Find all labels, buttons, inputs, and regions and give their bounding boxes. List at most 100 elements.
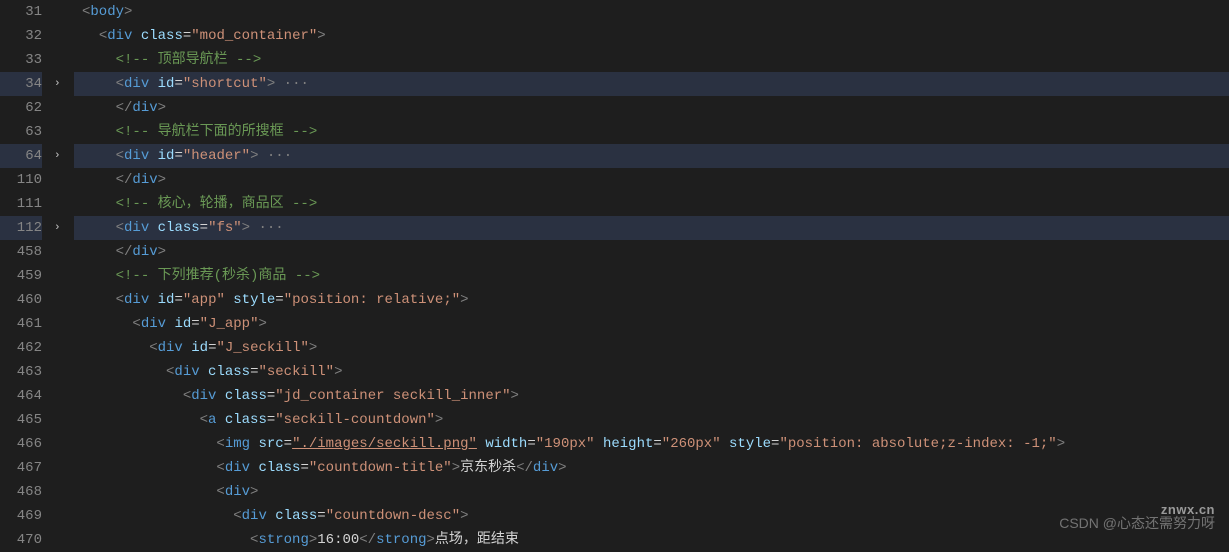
token-attr-value: "shortcut" [183,76,267,92]
token-attr-name: id [158,76,175,92]
token-comment: <!-- 顶部导航栏 --> [116,52,262,68]
code-line[interactable]: <body> [74,0,1229,24]
code-line[interactable]: <div class="seckill"> [74,360,1229,384]
line-number: 470 [0,528,42,552]
code-line[interactable]: </div> [74,168,1229,192]
token-tag-name: strong [376,532,426,548]
code-line[interactable]: <div id="J_app"> [74,312,1229,336]
token-text-content [267,508,275,524]
line-number: 467 [0,456,42,480]
token-attr-value: "position: relative;" [284,292,460,308]
token-tag-name: div [158,340,183,356]
code-line[interactable]: <div> [74,480,1229,504]
token-tag-bracket: > [460,508,468,524]
token-tag-bracket: > [158,172,166,188]
code-line[interactable]: <div id="J_seckill"> [74,336,1229,360]
token-tag-bracket: < [200,412,208,428]
token-fold-dots: ··· [250,220,284,236]
token-text-content [149,76,157,92]
token-tag-bracket: > [427,532,435,548]
token-tag-bracket: </ [516,460,533,476]
token-tag-name: div [124,292,149,308]
token-comment: <!-- 导航栏下面的所搜框 --> [116,124,318,140]
code-line[interactable]: </div> [74,240,1229,264]
code-line[interactable]: <!-- 顶部导航栏 --> [74,48,1229,72]
token-tag-bracket: < [216,460,224,476]
token-attr-value: "fs" [208,220,242,236]
token-text-content [595,436,603,452]
line-number: 110 [0,168,42,192]
token-text-content: = [275,292,283,308]
code-line[interactable]: </div> [74,96,1229,120]
line-number: 34 [0,72,42,96]
line-number: 62 [0,96,42,120]
token-tag-bracket: > [309,532,317,548]
token-tag-bracket: < [116,220,124,236]
line-number: 33 [0,48,42,72]
token-tag-bracket: </ [359,532,376,548]
code-area[interactable]: <body> <div class="mod_container"> <!-- … [74,0,1229,541]
code-line[interactable]: <div class="mod_container"> [74,24,1229,48]
fold-collapsed-icon[interactable]: › [54,150,61,162]
code-line[interactable]: <!-- 核心，轮播，商品区 --> [74,192,1229,216]
code-line[interactable]: <div class="countdown-desc"> [74,504,1229,528]
token-tag-bracket: < [116,148,124,164]
code-line[interactable]: <!-- 导航栏下面的所搜框 --> [74,120,1229,144]
line-number: 469 [0,504,42,528]
token-tag-bracket: < [149,340,157,356]
token-text-content: = [174,292,182,308]
line-number: 112 [0,216,42,240]
code-line[interactable]: <img src="./images/seckill.png" width="1… [74,432,1229,456]
code-line[interactable]: <div class="jd_container seckill_inner"> [74,384,1229,408]
code-line[interactable]: <div class="countdown-title">京东秒杀</div> [74,456,1229,480]
token-fold-dots: ··· [258,148,292,164]
token-tag-bracket: < [132,316,140,332]
line-number: 31 [0,0,42,24]
token-tag-bracket: < [116,76,124,92]
token-attr-name: class [225,412,267,428]
token-tag-bracket: > [242,220,250,236]
token-attr-value: "J_app" [200,316,259,332]
fold-gutter[interactable]: › › › [50,0,74,541]
token-attr-name: class [158,220,200,236]
token-attr-name: style [729,436,771,452]
code-line[interactable]: <!-- 下列推荐(秒杀)商品 --> [74,264,1229,288]
token-attr-name: id [158,148,175,164]
code-line[interactable]: <strong>16:00</strong>点场，距结束 [74,528,1229,552]
code-editor[interactable]: 3132333462636411011111245845946046146246… [0,0,1229,541]
line-number: 464 [0,384,42,408]
token-comment: <!-- 核心，轮播，商品区 --> [116,196,318,212]
token-attr-name: id [158,292,175,308]
line-number-gutter: 3132333462636411011111245845946046146246… [0,0,50,541]
token-text-content [216,388,224,404]
line-number: 460 [0,288,42,312]
code-line[interactable]: <div id="shortcut"> ··· [74,72,1229,96]
token-attr-value: "jd_container seckill_inner" [275,388,510,404]
token-tag-name: div [191,388,216,404]
token-text-content: = [191,316,199,332]
fold-collapsed-icon[interactable]: › [54,222,61,234]
token-text-content: = [183,28,191,44]
code-line[interactable]: <div class="fs"> ··· [74,216,1229,240]
code-line[interactable]: <div id="header"> ··· [74,144,1229,168]
line-number: 459 [0,264,42,288]
token-text-content [132,28,140,44]
line-number: 466 [0,432,42,456]
token-attr-value: "seckill-countdown" [275,412,435,428]
token-tag-bracket: > [435,412,443,428]
fold-collapsed-icon[interactable]: › [54,78,61,90]
token-tag-bracket: > [309,340,317,356]
code-line[interactable]: <a class="seckill-countdown"> [74,408,1229,432]
token-tag-name: strong [258,532,308,548]
token-text-content: = [317,508,325,524]
token-attr-name: width [485,436,527,452]
token-tag-bracket: < [216,484,224,500]
token-text-content [149,220,157,236]
token-tag-name: body [90,4,124,20]
token-tag-bracket: < [183,388,191,404]
token-text-content: 京东秒杀 [460,460,516,476]
token-tag-bracket: > [334,364,342,380]
token-tag-name: div [132,172,157,188]
token-tag-bracket: > [158,100,166,116]
code-line[interactable]: <div id="app" style="position: relative;… [74,288,1229,312]
